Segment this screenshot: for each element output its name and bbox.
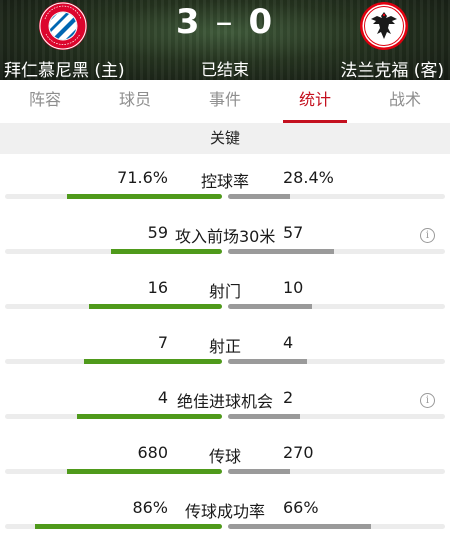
home-stat-bar (84, 359, 222, 364)
away-stat-bar-track (228, 524, 445, 529)
home-stat-bar-track (5, 414, 222, 419)
stat-row: 7 射正 4 (0, 319, 450, 374)
home-stat-value: 4 (157, 388, 168, 407)
home-stat-bar (67, 469, 222, 474)
tab-lineup[interactable]: 阵容 (0, 80, 90, 123)
info-icon[interactable]: i (420, 228, 435, 243)
stats-list: 71.6% 控球率 28.4% 59 攻入前场30米 57 i 16 射门 10 7 射正 4 4 绝佳进球… (0, 154, 450, 539)
score-separator: – (215, 2, 235, 42)
stat-row: 59 攻入前场30米 57 i (0, 209, 450, 264)
away-stat-bar (228, 304, 312, 309)
away-team-name[interactable]: 法兰克福 (客) (340, 56, 444, 80)
away-stat-value: 28.4% (283, 168, 334, 187)
away-stat-bar (228, 524, 371, 529)
stat-label: 绝佳进球机会 (176, 392, 273, 411)
away-stat-bar-track (228, 414, 445, 419)
tab-events[interactable]: 事件 (180, 80, 270, 123)
away-stat-bar (228, 194, 290, 199)
home-stat-bar-track (5, 194, 222, 199)
match-tabs: 阵容 球员 事件 统计 战术 (0, 80, 450, 123)
home-stat-bar-track (5, 524, 222, 529)
section-header-key-stats: 关键 (0, 123, 450, 154)
away-stat-bar-track (228, 359, 445, 364)
home-stat-bar (89, 304, 222, 309)
away-stat-value: 4 (283, 333, 294, 352)
home-stat-value: 16 (147, 278, 168, 297)
away-stat-value: 66% (283, 498, 319, 517)
home-stat-value: 7 (157, 333, 168, 352)
tab-statistics[interactable]: 统计 (270, 80, 360, 123)
stat-label: 控球率 (200, 172, 249, 191)
eintracht-frankfurt-eagle-icon[interactable] (359, 1, 409, 51)
home-score: 3 (175, 2, 202, 42)
stat-label: 射门 (208, 282, 241, 301)
home-stat-bar (35, 524, 222, 529)
info-icon[interactable]: i (420, 393, 435, 408)
stat-label: 传球成功率 (184, 502, 265, 521)
tab-players[interactable]: 球员 (90, 80, 180, 123)
away-score: 0 (248, 2, 275, 42)
away-stat-value: 270 (283, 443, 314, 462)
stat-label: 传球 (208, 447, 241, 466)
stat-row: 4 绝佳进球机会 2 i (0, 374, 450, 429)
match-header: 3–0 拜仁慕尼黑 (主) 已结束 法兰克福 (客) (0, 0, 450, 80)
away-stat-bar (228, 249, 334, 254)
away-stat-value: 2 (283, 388, 294, 407)
home-stat-bar-track (5, 249, 222, 254)
stat-row: 86% 传球成功率 66% (0, 484, 450, 539)
stat-label: 攻入前场30米 (175, 227, 276, 246)
home-stat-bar-track (5, 469, 222, 474)
home-stat-value: 86% (132, 498, 168, 517)
stat-row: 71.6% 控球率 28.4% (0, 154, 450, 209)
away-stat-bar-track (228, 194, 445, 199)
home-stat-bar (111, 249, 222, 254)
home-stat-value: 680 (137, 443, 168, 462)
home-stat-bar (77, 414, 222, 419)
away-stat-value: 10 (283, 278, 304, 297)
away-stat-bar-track (228, 469, 445, 474)
stat-label: 射正 (208, 337, 241, 356)
home-stat-bar (67, 194, 222, 199)
away-stat-value: 57 (283, 223, 304, 242)
away-stat-bar-track (228, 304, 445, 309)
home-stat-bar-track (5, 304, 222, 309)
home-stat-bar-track (5, 359, 222, 364)
home-stat-value: 59 (147, 223, 168, 242)
away-stat-bar (228, 469, 290, 474)
stat-row: 680 传球 270 (0, 429, 450, 484)
tab-tactics[interactable]: 战术 (360, 80, 450, 123)
away-stat-bar (228, 414, 300, 419)
home-stat-value: 71.6% (117, 168, 168, 187)
away-stat-bar (228, 359, 307, 364)
away-stat-bar-track (228, 249, 445, 254)
stat-row: 16 射门 10 (0, 264, 450, 319)
